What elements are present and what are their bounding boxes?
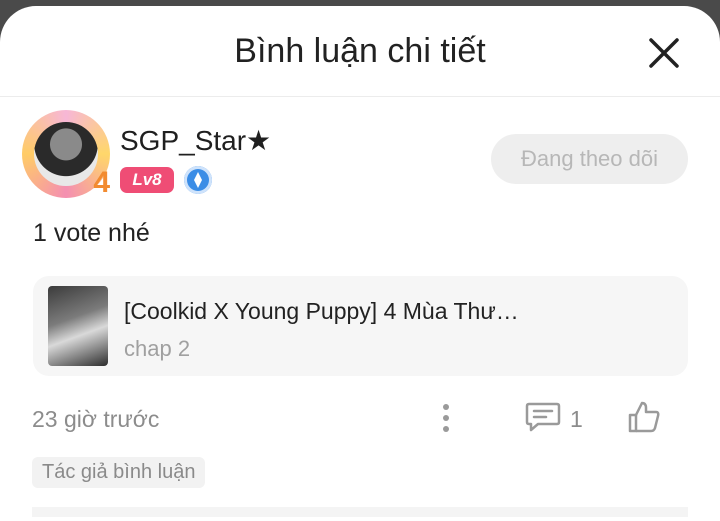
story-title: [Coolkid X Young Puppy] 4 Mùa Thư… bbox=[124, 298, 519, 324]
avatar[interactable]: 4 bbox=[22, 110, 112, 200]
divider bbox=[32, 507, 688, 517]
following-button[interactable]: Đang theo dõi bbox=[491, 134, 688, 184]
story-cover-image bbox=[48, 286, 108, 366]
avatar-frame-number: 4 bbox=[93, 166, 110, 199]
comment-timestamp: 23 giờ trước bbox=[32, 406, 160, 432]
comment-text: 1 vote nhé bbox=[33, 219, 150, 247]
thumbs-up-icon[interactable] bbox=[626, 399, 662, 435]
sheet-header: Bình luận chi tiết bbox=[0, 6, 720, 97]
username[interactable]: SGP_Star★ bbox=[120, 124, 271, 157]
avatar-photo bbox=[34, 122, 98, 186]
comment-detail-sheet: Bình luận chi tiết 4 SGP_Star★ Lv8 Đang … bbox=[0, 6, 720, 521]
story-card[interactable]: [Coolkid X Young Puppy] 4 Mùa Thư… chap … bbox=[33, 276, 688, 376]
author-comment-tag: Tác giả bình luận bbox=[32, 457, 206, 488]
reply-icon[interactable] bbox=[524, 400, 562, 434]
close-icon[interactable] bbox=[646, 35, 682, 71]
level-badge: Lv8 bbox=[120, 167, 174, 193]
reply-count: 1 bbox=[570, 406, 583, 432]
verified-icon bbox=[184, 166, 212, 194]
sheet-title: Bình luận chi tiết bbox=[234, 32, 486, 70]
story-chapter: chap 2 bbox=[124, 336, 191, 361]
more-options-icon[interactable] bbox=[436, 402, 456, 434]
